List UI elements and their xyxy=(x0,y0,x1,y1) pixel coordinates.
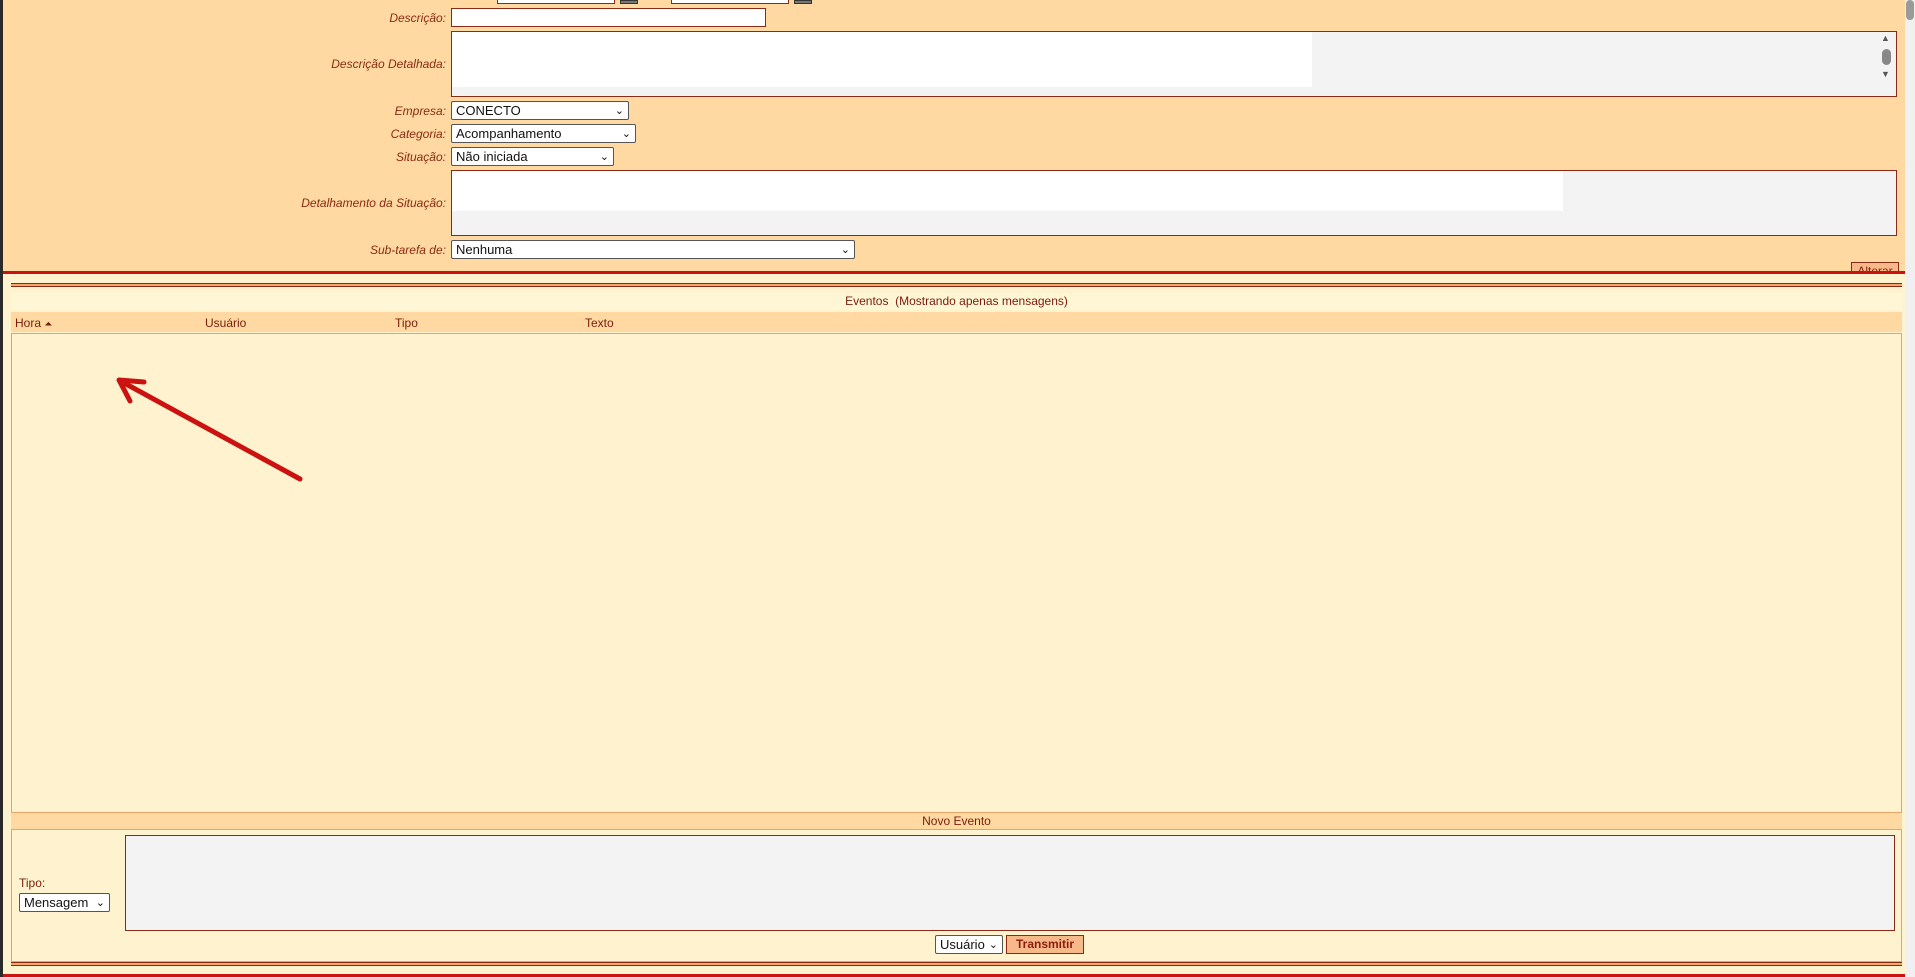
annotation-arrow-icon xyxy=(116,377,303,482)
